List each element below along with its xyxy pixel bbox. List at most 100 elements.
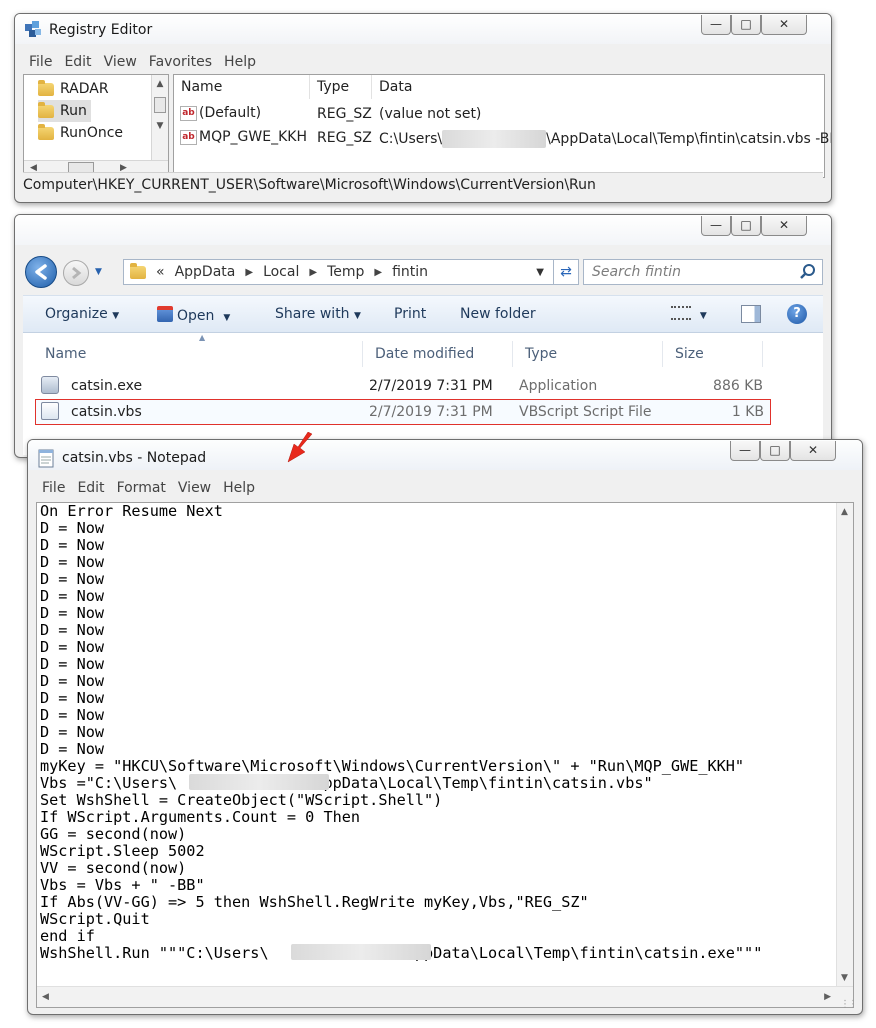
- explorer-titlebar[interactable]: — □ ✕: [15, 215, 831, 245]
- folder-icon: [38, 123, 54, 140]
- tree-item-runonce[interactable]: RunOnce: [38, 122, 127, 144]
- tree-vertical-scrollbar[interactable]: ▲ ▼: [151, 75, 168, 161]
- address-bar[interactable]: « AppData ▶ Local ▶ Temp ▶ fintin ▼: [123, 259, 561, 285]
- tree-item-label: RunOnce: [60, 125, 124, 141]
- dropdown-icon: ▼: [354, 311, 361, 321]
- code-line: Set WshShell = CreateObject("WScript.She…: [40, 791, 443, 809]
- scroll-down-icon[interactable]: ▼: [152, 121, 168, 131]
- close-button[interactable]: ✕: [761, 15, 807, 35]
- menu-view[interactable]: View: [98, 54, 143, 70]
- file-row-catsin-vbs[interactable]: catsin.vbs 2/7/2019 7:31 PM VBScript Scr…: [35, 399, 771, 425]
- minimize-button[interactable]: —: [730, 441, 760, 461]
- maximize-icon: □: [740, 17, 752, 31]
- scroll-down-icon[interactable]: ▼: [841, 973, 848, 983]
- code-line: VV = second(now): [40, 859, 187, 877]
- help-icon[interactable]: ?: [787, 304, 807, 324]
- code-line: D = Now: [40, 604, 105, 622]
- notepad-titlebar[interactable]: catsin.vbs - Notepad — □ ✕: [28, 440, 862, 470]
- menu-format[interactable]: Format: [111, 480, 172, 496]
- address-dropdown-icon[interactable]: ▼: [536, 267, 544, 278]
- file-row-catsin-exe[interactable]: catsin.exe 2/7/2019 7:31 PM Application …: [35, 373, 771, 399]
- registry-editor-window: Registry Editor — □ ✕ File Edit View Fav…: [14, 13, 832, 203]
- scroll-left-icon[interactable]: ◀: [42, 992, 49, 1002]
- share-with-button[interactable]: Share with ▼: [275, 306, 361, 322]
- code-line: myKey = "HKCU\Software\Microsoft\Windows…: [40, 757, 745, 775]
- resize-grip-icon[interactable]: ⋮⋮: [840, 999, 858, 1010]
- close-button[interactable]: ✕: [761, 216, 807, 236]
- tree-item-run[interactable]: Run: [38, 100, 91, 122]
- maximize-button[interactable]: □: [760, 441, 790, 461]
- script-text[interactable]: On Error Resume Next D = Now D = Now D = No…: [40, 503, 762, 962]
- maximize-icon: □: [740, 218, 752, 232]
- breadcrumb-local[interactable]: Local: [263, 264, 299, 280]
- col-header-name[interactable]: Name: [33, 341, 363, 367]
- breadcrumb-fintin[interactable]: fintin: [392, 264, 428, 280]
- scroll-up-icon[interactable]: ▲: [152, 79, 168, 89]
- search-input[interactable]: Search fintin: [583, 259, 823, 285]
- code-line: D = Now: [40, 536, 105, 554]
- minimize-button[interactable]: —: [701, 15, 731, 35]
- col-header-size[interactable]: Size: [663, 341, 763, 367]
- col-header-type[interactable]: Type: [513, 341, 663, 367]
- breadcrumb-temp[interactable]: Temp: [327, 264, 364, 280]
- redacted-username: [291, 944, 431, 960]
- file-list[interactable]: ▲ Name Date modified Type Size catsin.ex…: [23, 333, 823, 455]
- col-header-type[interactable]: Type: [310, 75, 372, 99]
- breadcrumb-appdata[interactable]: AppData: [175, 264, 236, 280]
- registry-tree[interactable]: RADAR Run RunOnce ▲ ▼ ◀ ▶: [23, 74, 169, 178]
- code-line: D = Now: [40, 638, 105, 656]
- refresh-button[interactable]: ⇄: [553, 259, 579, 285]
- refresh-icon: ⇄: [560, 264, 572, 280]
- scroll-thumb[interactable]: [154, 97, 166, 113]
- preview-pane-icon[interactable]: [741, 305, 761, 323]
- dropdown-icon: ▼: [699, 311, 707, 321]
- scroll-right-icon[interactable]: ▶: [824, 992, 831, 1002]
- scroll-up-icon[interactable]: ▲: [841, 507, 848, 517]
- menu-file[interactable]: File: [36, 480, 71, 496]
- forward-arrow-icon: [72, 266, 82, 280]
- code-line: D = Now: [40, 740, 105, 758]
- open-button[interactable]: Open ▼: [157, 306, 230, 324]
- menu-edit[interactable]: Edit: [58, 54, 97, 70]
- menu-view[interactable]: View: [172, 480, 217, 496]
- horizontal-scrollbar[interactable]: ◀ ▶: [37, 986, 853, 1007]
- close-icon: ✕: [778, 17, 790, 31]
- menu-edit[interactable]: Edit: [71, 480, 110, 496]
- new-folder-button[interactable]: New folder: [460, 306, 536, 322]
- view-options-button[interactable]: ▼: [671, 306, 707, 322]
- tree-item-radar[interactable]: RADAR: [38, 78, 113, 100]
- col-header-date[interactable]: Date modified: [363, 341, 513, 367]
- forward-button[interactable]: [63, 260, 89, 286]
- text-editor[interactable]: On Error Resume Next D = Now D = Now D = No…: [36, 502, 854, 1008]
- maximize-button[interactable]: □: [731, 216, 761, 236]
- chevron-right-icon[interactable]: ▶: [309, 267, 317, 278]
- menu-help[interactable]: Help: [217, 480, 261, 496]
- chevron-right-icon[interactable]: ▶: [374, 267, 382, 278]
- code-line: end if: [40, 927, 95, 945]
- file-type: Application: [519, 378, 598, 394]
- registry-titlebar[interactable]: Registry Editor — □ ✕: [15, 14, 831, 44]
- menu-favorites[interactable]: Favorites: [143, 54, 218, 70]
- close-button[interactable]: ✕: [790, 441, 836, 461]
- chevron-right-icon[interactable]: ▶: [245, 267, 253, 278]
- col-header-name[interactable]: Name: [174, 75, 310, 99]
- code-line: If Abs(VV-GG) => 5 then WshShell.RegWrit…: [40, 893, 589, 911]
- notepad-menubar: File Edit Format View Help: [36, 480, 261, 496]
- col-header-data[interactable]: Data: [372, 75, 824, 99]
- print-button[interactable]: Print: [394, 306, 426, 322]
- breadcrumb-overflow[interactable]: «: [156, 264, 165, 280]
- recent-pages-icon[interactable]: ▼: [95, 267, 102, 277]
- organize-button[interactable]: Organize ▼: [45, 306, 119, 322]
- code-line: D = Now: [40, 621, 105, 639]
- minimize-button[interactable]: —: [701, 216, 731, 236]
- file-date: 2/7/2019 7:31 PM: [369, 378, 493, 394]
- vertical-scrollbar[interactable]: ▲ ▼: [836, 503, 853, 987]
- registry-values-list[interactable]: Name Type Data ab (Default) REG_SZ (value…: [173, 74, 831, 178]
- maximize-button[interactable]: □: [731, 15, 761, 35]
- back-button[interactable]: [25, 256, 57, 288]
- menu-file[interactable]: File: [23, 54, 58, 70]
- registry-menubar: File Edit View Favorites Help: [23, 54, 262, 70]
- code-line: D = Now: [40, 553, 105, 571]
- menu-help[interactable]: Help: [218, 54, 262, 70]
- search-icon[interactable]: [799, 263, 817, 281]
